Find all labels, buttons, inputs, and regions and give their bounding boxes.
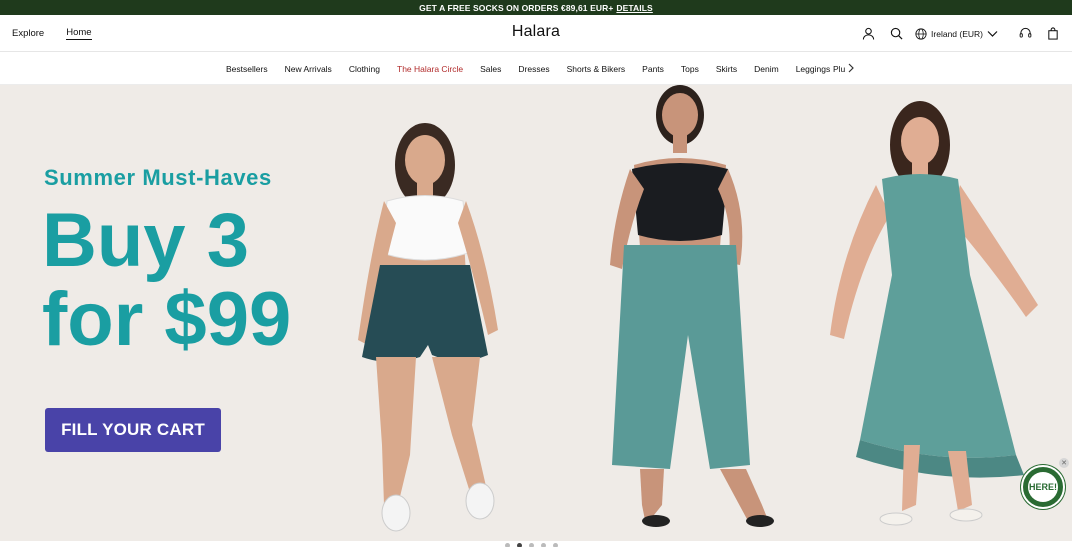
chevron-down-icon <box>987 30 998 37</box>
nav-item-clothing[interactable]: Clothing <box>349 64 380 74</box>
chevron-right-icon[interactable] <box>847 63 855 73</box>
nav-item-pants[interactable]: Pants <box>642 64 664 74</box>
model-image-1 <box>358 123 498 532</box>
nav-item-tops[interactable]: Tops <box>681 64 699 74</box>
nav-item-skirts[interactable]: Skirts <box>716 64 737 74</box>
nav-item-the-halara-circle[interactable]: The Halara Circle <box>397 64 463 74</box>
hero-subtitle: Summer Must-Haves <box>44 165 272 190</box>
promo-text: GET A FREE SOCKS ON ORDERS €89,61 EUR+ <box>419 2 614 13</box>
nav-item-sales[interactable]: Sales <box>480 64 501 74</box>
region-selector[interactable]: Ireland (EUR) <box>915 27 998 40</box>
model-image-2 <box>610 85 774 527</box>
shopping-bag-icon[interactable] <box>1046 27 1060 41</box>
nav-item-denim[interactable]: Denim <box>754 64 779 74</box>
hero-title-line2: for $99 <box>42 277 292 362</box>
nav-item-dresses[interactable]: Dresses <box>518 64 549 74</box>
nav-item-shorts-bikers[interactable]: Shorts & Bikers <box>567 64 626 74</box>
model-image-3 <box>830 101 1038 526</box>
carousel-dot[interactable] <box>553 543 558 547</box>
hero-title: Buy 3 for $99 <box>42 201 362 359</box>
promo-badge[interactable]: HERE! <box>1021 465 1065 509</box>
nav-item-leggings[interactable]: Leggings <box>796 64 831 74</box>
carousel-dot[interactable] <box>529 543 534 547</box>
badge-label: HERE! <box>1028 472 1058 502</box>
promo-details-link[interactable]: DETAILS <box>616 3 652 13</box>
nav-item-bestsellers[interactable]: Bestsellers <box>226 64 268 74</box>
nav-item-plus[interactable]: Plus <box>833 64 845 74</box>
promo-bar: GET A FREE SOCKS ON ORDERS €89,61 EUR+ D… <box>0 0 1072 15</box>
carousel-dot[interactable] <box>517 543 522 547</box>
hero-title-line1: Buy 3 <box>42 198 249 283</box>
search-icon[interactable] <box>889 27 903 41</box>
fill-cart-button[interactable]: FILL YOUR CART <box>45 408 221 452</box>
carousel-indicators <box>505 543 558 547</box>
region-label: Ireland (EUR) <box>931 28 983 39</box>
globe-icon <box>915 27 927 40</box>
support-headset-icon[interactable] <box>1018 27 1032 41</box>
account-icon[interactable] <box>861 27 875 41</box>
badge-close-icon[interactable]: ✕ <box>1059 458 1069 468</box>
site-header: Explore Home Halara Ireland (EUR) <box>0 15 1072 52</box>
category-nav: Bestsellers New Arrivals Clothing The Halar… <box>0 52 1072 85</box>
carousel-dot[interactable] <box>505 543 510 547</box>
nav-item-new-arrivals[interactable]: New Arrivals <box>285 64 332 74</box>
carousel-dot[interactable] <box>541 543 546 547</box>
hero-banner[interactable]: Summer Must-Haves Buy 3 for $99 FILL YOU… <box>0 85 1072 541</box>
